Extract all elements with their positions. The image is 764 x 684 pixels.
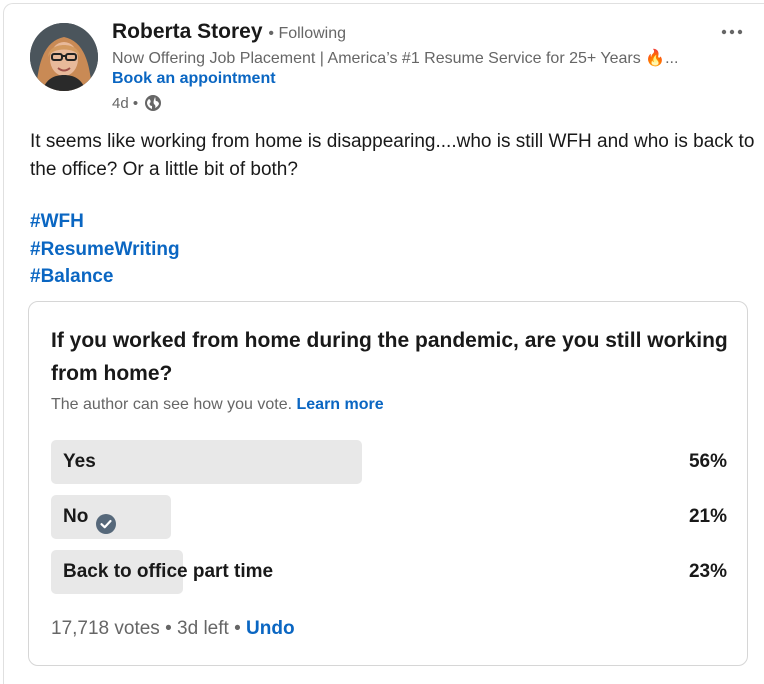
post-age: 4d • (112, 94, 139, 112)
learn-more-link[interactable]: Learn more (297, 396, 384, 413)
poll-card: If you worked from home during the pande… (28, 301, 748, 666)
author-headline: Now Offering Job Placement | America’s #… (112, 50, 679, 67)
checkmark-circle-icon (96, 507, 117, 534)
more-options-button[interactable] (714, 16, 750, 46)
undo-vote-button[interactable]: Undo (246, 618, 295, 639)
ellipsis-icon (721, 22, 743, 40)
poll-option-yes[interactable]: Yes 56% (51, 440, 727, 484)
poll-result-bar (51, 440, 362, 484)
poll-footer: 17,718 votes • 3d left • Undo (51, 618, 295, 640)
poll-option-text: No (63, 506, 89, 527)
poll-option-label: No (63, 495, 117, 539)
poll-option-percent: 56% (688, 451, 727, 472)
poll-option-no[interactable]: No 21% (51, 495, 727, 539)
author-name[interactable]: Roberta Storey (112, 20, 263, 43)
poll-note-text: The author can see how you vote. (51, 396, 293, 413)
hashtag-link[interactable]: #Balance (30, 263, 180, 291)
poll-question: If you worked from home during the pande… (51, 329, 728, 385)
poll-option-text: Back to office part time (63, 561, 274, 582)
poll-option-text: Yes (63, 451, 96, 472)
following-status: • Following (268, 25, 347, 42)
poll-option-label: Yes (63, 440, 96, 484)
poll-option-percent: 23% (688, 561, 727, 582)
feed-post-card: Roberta Storey • Following Now Offering … (3, 3, 764, 684)
book-appointment-link[interactable]: Book an appointment (112, 70, 276, 88)
hashtag-list: #WFH #ResumeWriting #Balance (30, 208, 180, 291)
post-body-text: It seems like working from home is disap… (30, 131, 755, 180)
author-name-row: Roberta Storey • Following (112, 20, 346, 44)
poll-privacy-note: The author can see how you vote. Learn m… (51, 396, 384, 414)
time-left: 3d left (177, 618, 229, 639)
poll-option-percent: 21% (688, 506, 727, 527)
poll-option-back-to-office-part-time[interactable]: Back to office part time 23% (51, 550, 727, 594)
author-avatar[interactable] (30, 23, 98, 91)
hashtag-link[interactable]: #ResumeWriting (30, 236, 180, 264)
post-meta: 4d • (112, 94, 162, 112)
poll-option-label: Back to office part time (63, 550, 273, 594)
globe-icon (144, 94, 162, 112)
vote-count: 17,718 votes (51, 618, 160, 639)
separator-dot: • (165, 618, 172, 639)
separator-dot: • (234, 618, 241, 639)
hashtag-link[interactable]: #WFH (30, 208, 180, 236)
